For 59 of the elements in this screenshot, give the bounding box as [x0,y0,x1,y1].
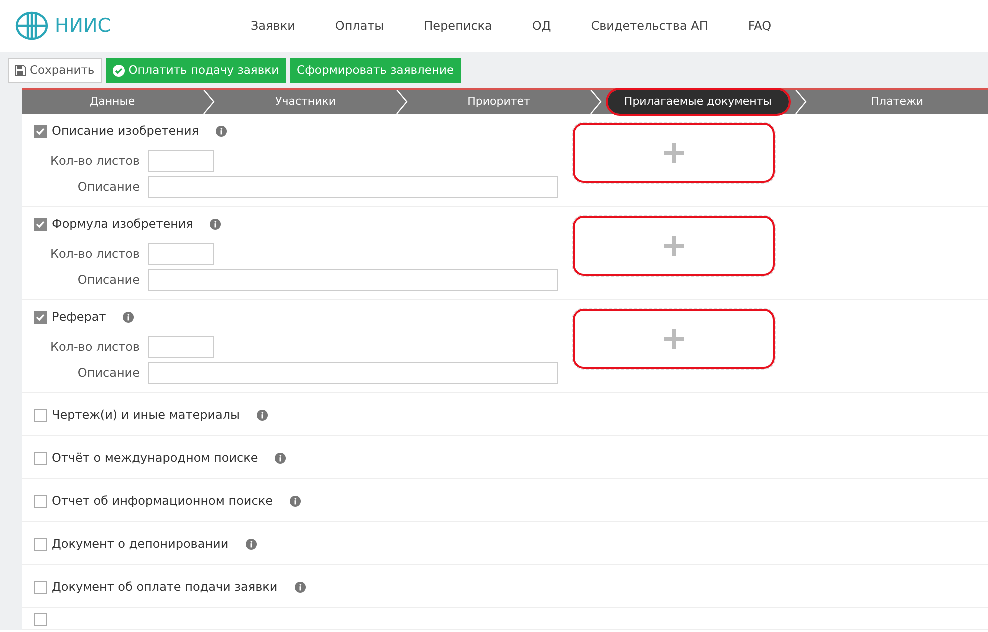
document-label: Формула изобретения [52,216,194,233]
sheets-count-field[interactable] [148,243,214,265]
plus-icon [663,328,685,350]
document-label: Отчёт о международном поиске [52,450,258,467]
nav-link[interactable]: Свидетельства АП [571,17,728,35]
field-label: Описание [76,272,141,289]
info-icon[interactable] [294,582,306,592]
check-circle-icon [112,64,125,76]
description-field[interactable] [148,269,558,291]
field-label: Кол-во листов [49,153,141,170]
nav-link[interactable]: ОД [512,17,572,35]
checkbox[interactable] [34,124,47,138]
document-label: Отчет об информационном поиске [52,493,273,510]
checkbox[interactable] [34,452,47,464]
info-icon[interactable] [290,496,301,506]
document-label: Описание изобретения [52,123,200,140]
checkbox[interactable] [34,310,47,324]
checkbox[interactable] [34,613,47,626]
nav-link[interactable]: FAQ [728,17,792,35]
checkbox[interactable] [34,218,47,230]
description-field[interactable] [148,362,558,384]
plus-icon [663,142,685,164]
info-icon[interactable] [257,410,268,420]
nav-link[interactable]: Заявки [230,17,316,35]
info-icon[interactable] [216,126,228,136]
info-icon[interactable] [246,538,257,550]
document-label: Документ о депонировании [52,536,229,553]
step-tab[interactable]: Прилагаемые документы [608,90,789,114]
document-label: Реферат [52,309,106,326]
save-button[interactable]: Сохранить [8,58,102,83]
step-tab[interactable]: Данные [22,90,204,114]
sheets-count-field[interactable] [148,336,214,358]
field-label: Описание [76,365,141,382]
checkbox[interactable] [34,580,47,594]
checkbox[interactable] [34,494,47,508]
upload-area[interactable] [572,122,776,184]
field-label: Описание [76,179,141,196]
step-tab[interactable]: Участники [215,90,396,114]
nav-link[interactable]: Переписка [404,17,512,35]
logo-text: НИИС [55,14,111,39]
field-label: Кол-во листов [49,246,141,263]
checkbox[interactable] [34,408,47,422]
document-label: Документ об оплате подачи заявки [52,579,278,596]
field-label: Кол-во листов [49,339,141,356]
upload-area[interactable] [572,215,776,277]
nav-link[interactable]: Оплаты [315,17,404,35]
document-label: Чертеж(и) и иные материалы [52,407,240,424]
step-tab[interactable]: Платежи [806,90,988,114]
upload-area[interactable] [572,308,776,370]
step-tab[interactable]: Приоритет [408,90,590,114]
info-icon[interactable] [123,312,134,322]
logo-icon [15,11,49,41]
save-icon [15,65,26,76]
info-icon[interactable] [275,452,286,464]
description-field[interactable] [148,176,558,198]
plus-icon [663,235,685,257]
info-icon[interactable] [210,218,222,230]
checkbox[interactable] [34,538,47,550]
sheets-count-field[interactable] [148,150,214,172]
